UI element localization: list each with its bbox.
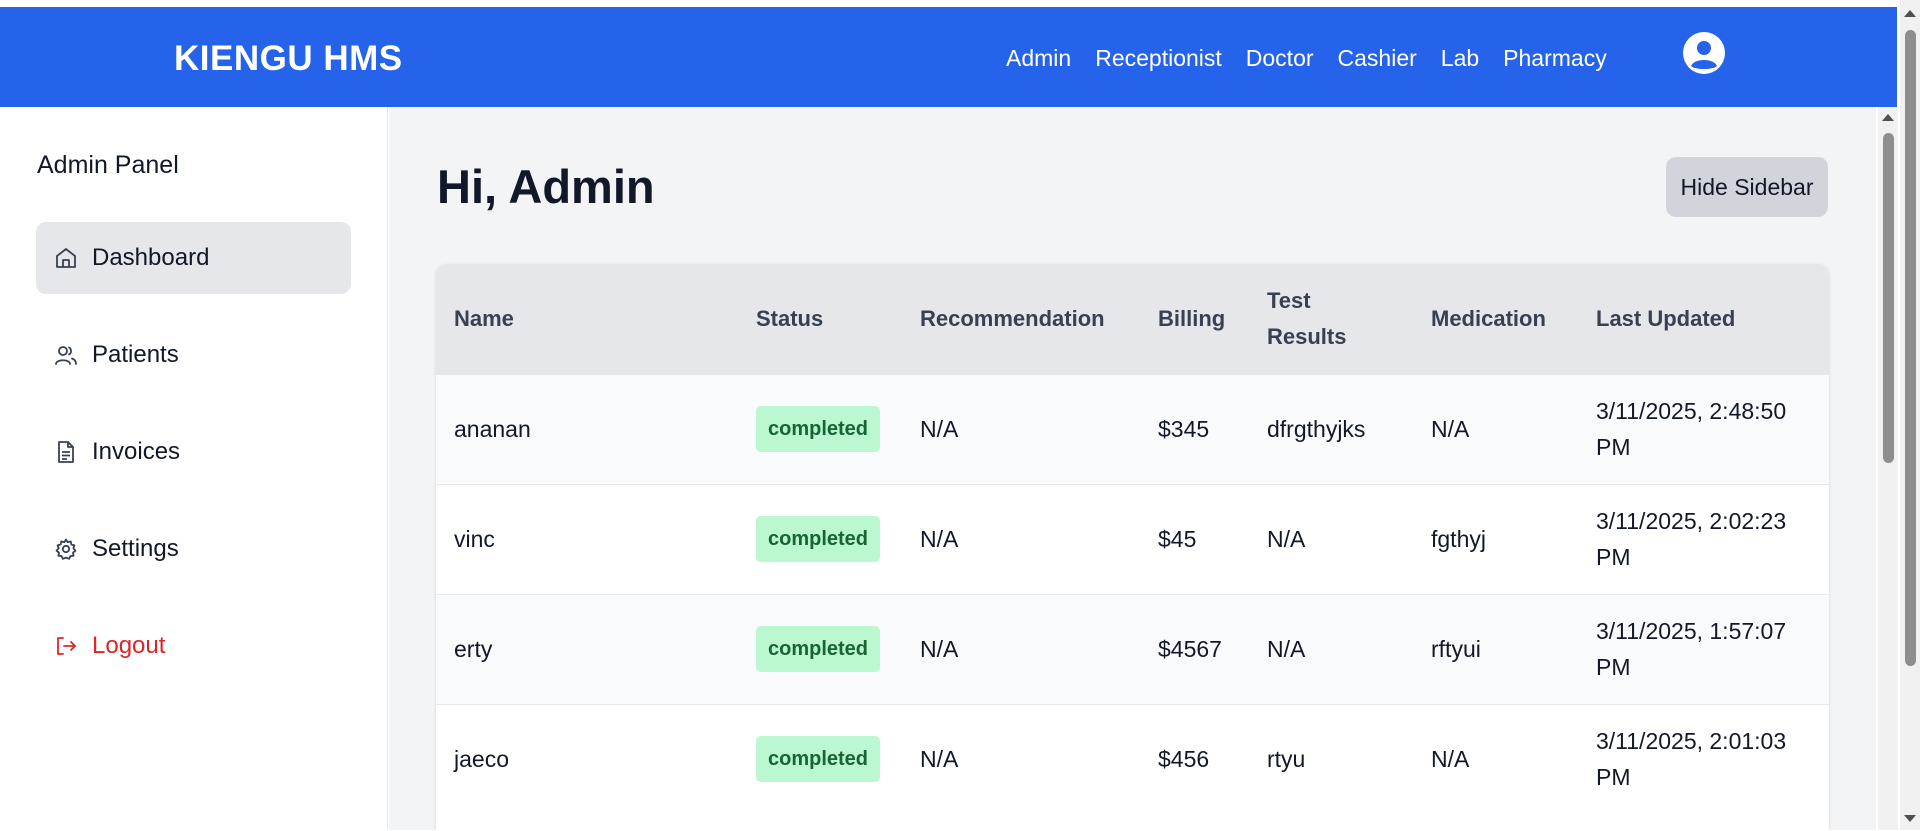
sidebar: Admin Panel Dashboard Patients Invoices bbox=[0, 107, 388, 830]
status-badge: completed bbox=[756, 736, 881, 783]
column-header[interactable]: Medication bbox=[1413, 264, 1578, 374]
page-scroll-up-icon[interactable] bbox=[1902, 6, 1918, 20]
cell-billing: $45 bbox=[1158, 526, 1197, 552]
column-header[interactable]: Last Updated bbox=[1578, 264, 1829, 374]
page-title: Hi, Admin bbox=[437, 160, 655, 213]
sidebar-item-label: Dashboard bbox=[92, 244, 210, 271]
top-strip bbox=[0, 0, 1920, 7]
cell-test-results: rtyu bbox=[1267, 746, 1306, 773]
nav-links: Admin Receptionist Doctor Cashier Lab Ph… bbox=[1006, 45, 1607, 72]
sidebar-item-label: Logout bbox=[92, 632, 166, 659]
cell-status: completed bbox=[738, 374, 902, 484]
main-scroll-up-icon[interactable] bbox=[1880, 110, 1896, 124]
nav-link-doctor[interactable]: Doctor bbox=[1246, 45, 1314, 72]
nav-link-admin[interactable]: Admin bbox=[1006, 45, 1071, 72]
cell-name: ananan bbox=[454, 416, 531, 442]
document-icon bbox=[54, 440, 78, 464]
users-icon bbox=[54, 343, 78, 367]
cell-name: vinc bbox=[454, 526, 495, 552]
main-scrollbar-thumb[interactable] bbox=[1883, 133, 1894, 463]
nav-link-cashier[interactable]: Cashier bbox=[1338, 45, 1417, 72]
nav-link-receptionist[interactable]: Receptionist bbox=[1095, 45, 1222, 72]
cell-medication: fgthyj bbox=[1431, 526, 1486, 552]
page-scrollbar-thumb[interactable] bbox=[1905, 30, 1916, 666]
cell-medication: rftyui bbox=[1431, 636, 1481, 662]
sidebar-title: Admin Panel bbox=[37, 151, 179, 179]
cell-status: completed bbox=[738, 484, 902, 594]
column-header[interactable]: Name bbox=[436, 264, 738, 374]
column-header[interactable]: Test Results bbox=[1249, 264, 1413, 374]
nav-link-lab[interactable]: Lab bbox=[1441, 45, 1479, 72]
column-header[interactable]: Billing bbox=[1140, 264, 1249, 374]
column-header[interactable]: Status bbox=[738, 264, 902, 374]
cell-test-results: N/A bbox=[1267, 526, 1306, 552]
cell-last-updated: 3/11/2025, 2:02:23 PM bbox=[1596, 508, 1787, 570]
sidebar-item-settings[interactable]: Settings bbox=[36, 513, 351, 585]
main-content: Hi, Admin Hide Sidebar Name Status Recom… bbox=[389, 107, 1876, 830]
column-header[interactable]: Recommendation bbox=[902, 264, 1140, 374]
navbar: KIENGU HMS Admin Receptionist Doctor Cas… bbox=[0, 7, 1897, 107]
cell-medication: N/A bbox=[1431, 746, 1470, 773]
sidebar-item-patients[interactable]: Patients bbox=[36, 319, 351, 391]
nav-link-pharmacy[interactable]: Pharmacy bbox=[1503, 45, 1607, 72]
table-header-row: Name Status Recommendation Billing Test … bbox=[436, 264, 1829, 374]
hide-sidebar-button[interactable]: Hide Sidebar bbox=[1666, 157, 1828, 217]
sidebar-item-logout[interactable]: Logout bbox=[36, 610, 351, 682]
cell-medication: N/A bbox=[1431, 416, 1470, 442]
cell-billing: $456 bbox=[1158, 746, 1210, 773]
status-badge: completed bbox=[756, 406, 881, 452]
cell-name: erty bbox=[454, 636, 493, 662]
logout-icon bbox=[54, 634, 78, 658]
cell-status: completed bbox=[738, 594, 902, 704]
patients-table: Name Status Recommendation Billing Test … bbox=[436, 264, 1829, 814]
cell-last-updated: 3/11/2025, 2:01:03 PM bbox=[1596, 728, 1787, 791]
table-row[interactable]: jaeco completed N/A $456 rtyu N/A 3/11/2… bbox=[436, 704, 1829, 814]
sidebar-item-dashboard[interactable]: Dashboard bbox=[36, 222, 351, 294]
patients-table-card: Name Status Recommendation Billing Test … bbox=[436, 264, 1829, 830]
cell-recommendation: N/A bbox=[920, 526, 959, 552]
cell-last-updated: 3/11/2025, 1:57:07 PM bbox=[1596, 618, 1787, 680]
cell-last-updated: 3/11/2025, 2:48:50 PM bbox=[1596, 398, 1787, 460]
sidebar-item-invoices[interactable]: Invoices bbox=[36, 416, 351, 488]
brand-logo[interactable]: KIENGU HMS bbox=[174, 39, 403, 79]
page-scroll-down-icon[interactable] bbox=[1902, 812, 1918, 826]
status-badge: completed bbox=[756, 516, 881, 562]
cell-test-results: N/A bbox=[1267, 636, 1306, 662]
home-icon bbox=[54, 246, 78, 270]
cell-recommendation: N/A bbox=[920, 636, 959, 662]
table-row[interactable]: vinc completed N/A $45 N/A fgthyj 3/11/2… bbox=[436, 484, 1829, 594]
table-row[interactable]: ananan completed N/A $345 dfrgthyjks N/A… bbox=[436, 374, 1829, 484]
cell-name: jaeco bbox=[454, 746, 509, 773]
cell-billing: $345 bbox=[1158, 416, 1210, 442]
cell-test-results: dfrgthyjks bbox=[1267, 416, 1366, 442]
cell-billing: $4567 bbox=[1158, 636, 1222, 662]
sidebar-item-label: Settings bbox=[92, 535, 179, 562]
cell-status: completed bbox=[738, 704, 902, 814]
cell-recommendation: N/A bbox=[920, 746, 959, 773]
status-badge: completed bbox=[756, 626, 881, 672]
user-avatar-icon[interactable] bbox=[1682, 31, 1726, 75]
gear-icon bbox=[54, 537, 78, 561]
sidebar-item-label: Invoices bbox=[92, 438, 181, 465]
cell-recommendation: N/A bbox=[920, 416, 959, 442]
table-row[interactable]: erty completed N/A $4567 N/A rftyui 3/11… bbox=[436, 594, 1829, 704]
sidebar-item-label: Patients bbox=[92, 341, 179, 368]
